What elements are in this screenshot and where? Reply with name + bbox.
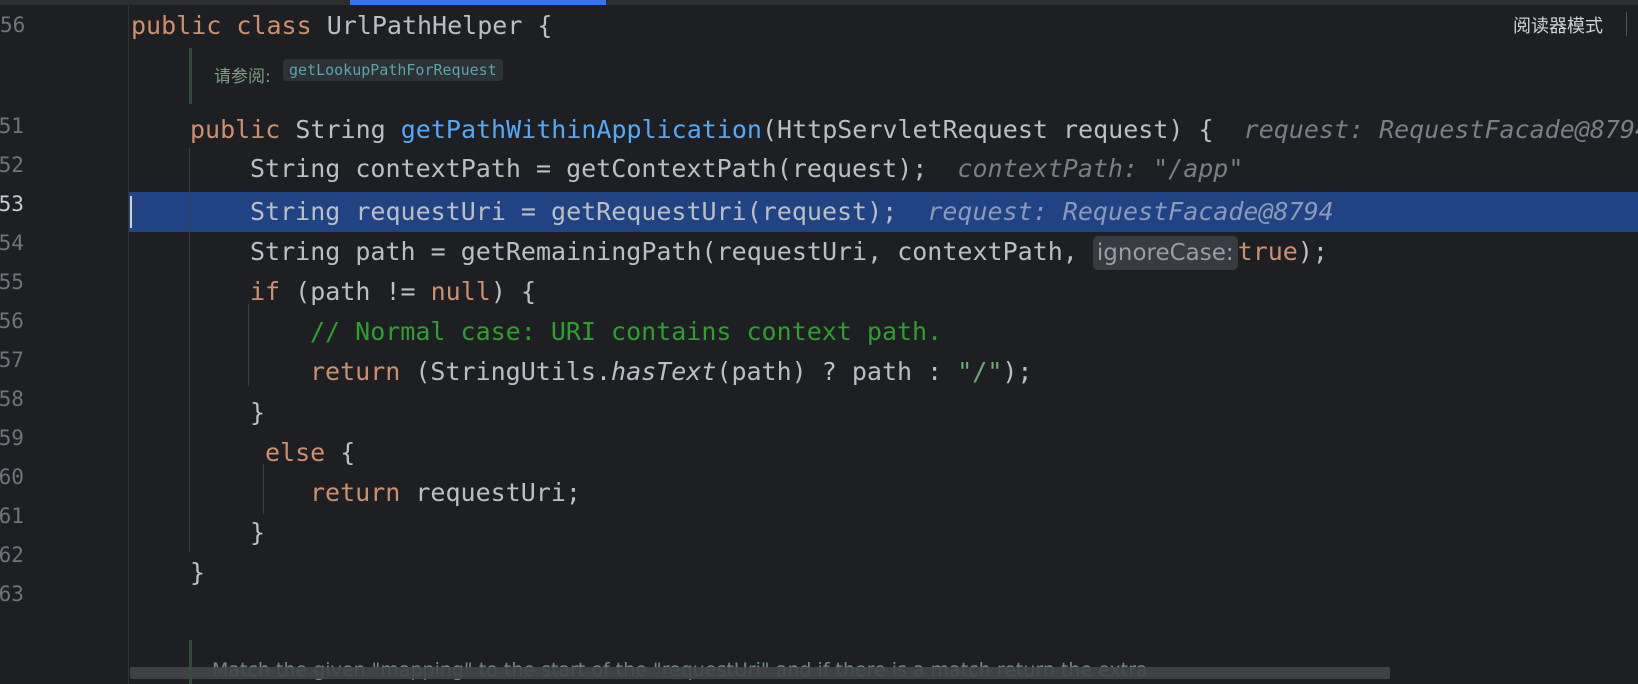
code-text: (path != [280,277,431,306]
code-line-354[interactable]: String path = getRemainingPath(requestUr… [250,232,1328,272]
keyword: public [190,115,281,144]
indent-guide [263,464,264,514]
code-text: } [190,558,206,587]
code-line-358[interactable]: } [250,393,265,433]
see-also-link[interactable]: getLookupPathForRequest [283,59,503,81]
code-text: ) { [490,277,536,306]
reader-mode-button[interactable]: 阅读器模式 [1513,12,1603,38]
code-line-360[interactable]: return requestUri; [310,473,581,513]
method-params: (HttpServletRequest request) { [761,115,1214,144]
code-text: { [325,438,356,467]
return-type: String [295,115,386,144]
code-line-361[interactable]: } [250,513,265,553]
code-text: String contextPath = getContextPath(requ… [250,154,928,183]
code-line-356[interactable]: // Normal case: URI contains context pat… [310,312,942,352]
static-method: hasText [611,357,717,386]
see-also-label: 请参阅: [214,67,271,87]
parameter-name-hint: ignoreCase: [1092,236,1238,270]
code-comment: // Normal case: URI contains context pat… [310,317,943,346]
code-text: (StringUtils. [400,357,612,386]
horizontal-scrollbar[interactable] [130,667,1390,679]
code-text: } [250,398,266,427]
keyword: return [310,478,401,507]
code-line-359[interactable]: else { [265,433,355,473]
string-literal: "/" [957,357,1003,386]
debug-inline-value: request: RequestFacade@8794 [1243,115,1638,144]
code-text: } [250,518,266,547]
code-text: requestUri; [400,478,581,507]
code-text: (path) ? path : [716,357,958,386]
doc-accent-bar [189,48,192,104]
debug-inline-value: request: RequestFacade@8794 [927,197,1334,226]
toolbar-separator [1626,12,1627,36]
code-line-362[interactable]: } [190,553,205,593]
brace: { [522,11,553,40]
debug-inline-value: contextPath: "/app" [957,154,1244,183]
indent-guide [248,304,249,386]
code-line-351[interactable]: public String getPathWithinApplication(H… [190,110,1638,150]
code-text: String path = getRemainingPath(requestUr… [250,237,1093,266]
class-name: UrlPathHelper [326,11,523,40]
code-line-class-declaration[interactable]: public class UrlPathHelper { [131,6,552,46]
keyword: return [310,357,401,386]
code-line-355[interactable]: if (path != null) { [250,272,536,312]
code-line-352[interactable]: String contextPath = getContextPath(requ… [250,149,1243,189]
keyword: else [265,438,326,467]
keyword: null [430,277,491,306]
text-caret [130,196,132,228]
method-name: getPathWithinApplication [400,115,762,144]
code-text: ); [1297,237,1328,266]
keyword: if [250,277,281,306]
code-text: String requestUri = getRequestUri(reques… [250,197,898,226]
code-line-357[interactable]: return (StringUtils.hasText(path) ? path… [310,352,1032,392]
javadoc-block: 请参阅: getLookupPathForRequest [128,48,1638,106]
code-editor[interactable]: public class UrlPathHelper { 阅读器模式 请参阅: … [0,0,1638,684]
code-text: ); [1002,357,1033,386]
keyword: public [131,11,222,40]
indent-guide [189,148,190,552]
keyword: true [1237,237,1298,266]
code-line-353[interactable]: String requestUri = getRequestUri(reques… [250,192,1334,232]
keyword: class [236,11,312,40]
